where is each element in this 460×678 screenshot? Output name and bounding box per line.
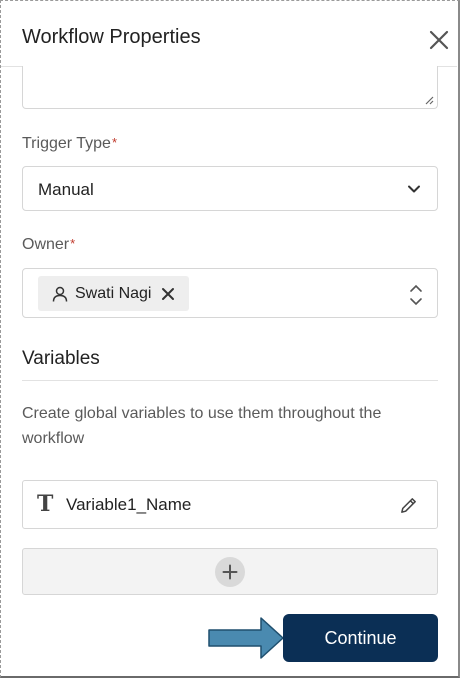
arrow-right-icon — [208, 617, 284, 659]
trigger-type-label: Trigger Type* — [22, 135, 117, 153]
continue-button[interactable]: Continue — [283, 614, 438, 662]
trigger-type-value: Manual — [38, 180, 94, 199]
trigger-type-label-text: Trigger Type — [22, 135, 111, 152]
resize-grip-icon[interactable] — [424, 95, 434, 105]
required-mark: * — [111, 135, 117, 150]
variable-row[interactable]: T Variable1_Name — [22, 480, 438, 529]
required-mark: * — [70, 236, 76, 251]
add-circle — [215, 557, 245, 587]
text-type-icon: T — [37, 491, 54, 517]
owner-multiselect[interactable]: Swati Nagi — [22, 268, 438, 318]
close-icon[interactable] — [427, 28, 451, 52]
divider — [22, 380, 438, 381]
variable-name: Variable1_Name — [66, 495, 192, 514]
dialog-title: Workflow Properties — [22, 26, 201, 48]
owner-chip: Swati Nagi — [38, 276, 189, 311]
pencil-icon[interactable] — [399, 496, 418, 515]
owner-label: Owner* — [22, 236, 75, 254]
owner-label-text: Owner — [22, 236, 70, 253]
user-icon — [52, 286, 68, 302]
plus-icon — [222, 564, 238, 580]
trigger-type-select[interactable]: Manual — [22, 166, 438, 211]
variables-description: Create global variables to use them thro… — [22, 405, 382, 447]
dialog-header: Workflow Properties — [1, 1, 457, 67]
description-textarea[interactable] — [22, 66, 438, 109]
chevron-down-icon — [408, 185, 420, 193]
variables-heading: Variables — [22, 348, 100, 369]
sort-updown-icon[interactable] — [409, 283, 423, 307]
add-variable-button[interactable] — [22, 548, 438, 595]
remove-chip-icon[interactable] — [161, 287, 175, 301]
owner-chip-label: Swati Nagi — [75, 285, 152, 302]
